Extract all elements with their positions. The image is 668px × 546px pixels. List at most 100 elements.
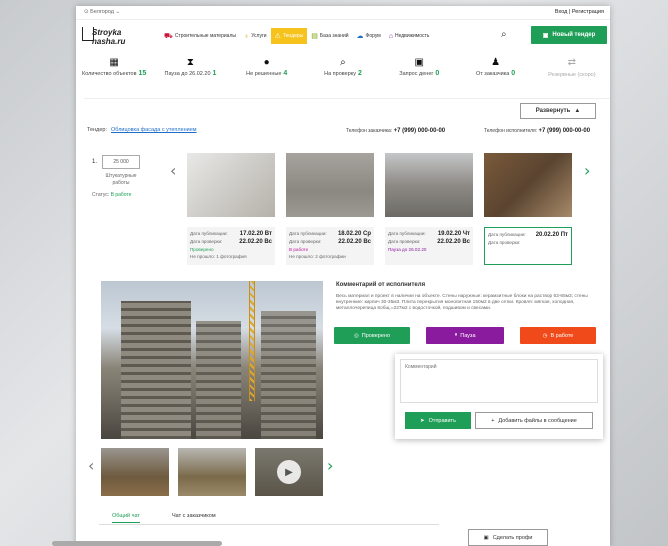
nav-label: Услуги: [251, 33, 267, 39]
chevron-down-icon: ⌄: [115, 9, 121, 15]
photo-2[interactable]: [286, 153, 374, 217]
photo-info-3: Дата публикации: 19.02.20 Чт Дата проверк…: [385, 227, 473, 265]
nav-item-services[interactable]: ♁ Услуги: [240, 28, 271, 44]
new-tender-button[interactable]: ▣ Новый тендер: [531, 26, 607, 44]
stats-bar: ▦ Количество объектов 15 ⧗ Пауза до 26.02.…: [76, 56, 610, 92]
stat-value: 4: [283, 70, 288, 77]
item-status: Статус: В работе: [92, 192, 131, 198]
thumb-3-video[interactable]: ▶: [255, 448, 323, 496]
photo-note: Не прошло: 2 фотографии: [289, 254, 346, 259]
logo-text-domain: nasha.ru: [92, 37, 126, 46]
hourglass-icon: ⧗: [186, 57, 194, 68]
photo-info-4-selected[interactable]: Дата публикации: 20.02.20 Пт Дата проверк…: [484, 227, 572, 265]
nav-item-materials[interactable]: ⛟ Строительные материалы: [160, 28, 240, 44]
person-icon: ♁: [243, 32, 250, 40]
swap-icon: ⇄: [567, 57, 577, 68]
thumb-2[interactable]: [178, 448, 246, 496]
photo-1[interactable]: [187, 153, 275, 217]
stat-label: Не решенные: [246, 71, 282, 77]
phone-value: +7 (999) 000-00-00: [393, 128, 446, 134]
book-icon: ▤: [311, 33, 318, 40]
photo-info-2: Дата публикации: 18.02.20 Ср Дата проверк…: [286, 227, 374, 265]
expand-button[interactable]: Развернуть ▲: [520, 103, 596, 119]
stat-label: На проверку: [324, 71, 356, 77]
comment-input[interactable]: [400, 359, 598, 403]
tab-general-chat[interactable]: Общий чат: [112, 513, 140, 523]
thumb-1[interactable]: [101, 448, 169, 496]
pause-button[interactable]: ⏸ Пауза: [426, 327, 504, 344]
check-label: Дата проверки:: [488, 240, 521, 245]
check-circle-icon: ◎: [353, 332, 359, 339]
tab-customer-chat[interactable]: Чат с заказчиком: [172, 513, 216, 522]
pub-label: Дата публикации:: [289, 231, 327, 236]
phone-label: Телефон исполнителя:: [484, 128, 538, 134]
play-icon[interactable]: ▶: [277, 460, 301, 484]
button-label: Добавить файлы в сообщение: [498, 417, 577, 424]
city-selector[interactable]: ⊙ Белгород ⌄: [84, 9, 120, 15]
stat-value: 15: [138, 70, 147, 77]
photo-4[interactable]: [484, 153, 572, 217]
crane: [249, 281, 255, 401]
stat-objects[interactable]: ▦ Количество объектов 15: [76, 56, 152, 92]
stat-reserve: ⇄ Резервные (скоро): [534, 56, 610, 92]
nav-item-tenders[interactable]: ⚠ Тендеры: [270, 28, 308, 44]
work-type-label: Штукатурные работы: [105, 173, 137, 186]
nav-item-knowledge[interactable]: ▤ База знаний: [307, 28, 352, 44]
stat-money-request[interactable]: ▣ Запрос денег 0: [381, 56, 457, 92]
chevron-left-icon[interactable]: ‹: [88, 456, 94, 475]
stat-review[interactable]: ⌕ На проверку 2: [305, 56, 381, 92]
stat-label: Резервные (скоро): [548, 72, 596, 78]
user-icon: ♟: [491, 57, 501, 68]
status-value: В работе: [110, 192, 132, 198]
comment-title: Комментарий от исполнителя: [336, 282, 426, 288]
check-date: 22.02.20 Вс: [437, 239, 470, 245]
button-label: Пауза: [460, 332, 476, 339]
chevron-left-icon[interactable]: ‹: [170, 161, 176, 180]
pub-date: 18.02.20 Ср: [337, 231, 371, 237]
tender-link[interactable]: Облицовка фасада с утеплением: [111, 127, 197, 133]
pub-date: 20.02.20 Пт: [535, 232, 568, 238]
photo-note: Не прошло: 1 фотография: [190, 254, 247, 259]
stat-unresolved[interactable]: ● Не решенные 4: [229, 56, 305, 92]
comment-composer: ➤Отправить +Добавить файлы в сообщение: [395, 354, 603, 439]
check-label: Дата проверки:: [190, 239, 223, 244]
stat-label: Пауза до 26.02.20: [164, 71, 211, 77]
send-icon: ➤: [420, 417, 425, 424]
quantity-field[interactable]: 25 000: [102, 155, 140, 169]
alert-icon: ●: [263, 57, 270, 68]
in-work-button[interactable]: ◷ В работе: [520, 327, 596, 344]
logo-text: Stroyka: [92, 28, 122, 37]
chevron-right-icon[interactable]: ›: [327, 456, 333, 475]
search-icon[interactable]: ⌕: [501, 29, 507, 40]
tender-label: Тендер:: [87, 127, 108, 133]
chat-icon: ☁: [356, 33, 364, 40]
stat-pause[interactable]: ⧗ Пауза до 26.02.20 1: [152, 56, 228, 92]
site-logo[interactable]: Stroyka nasha.ru: [82, 25, 137, 49]
phone-label: Телефон заказчика:: [346, 128, 393, 134]
executor-phone: Телефон исполнителя: +7 (999) 000-00-00: [484, 128, 590, 134]
stat-value: 0: [435, 70, 440, 77]
photo-3[interactable]: [385, 153, 473, 217]
send-button[interactable]: ➤ Отправить: [405, 412, 471, 429]
verified-button[interactable]: ◎ Проверено: [334, 327, 410, 344]
make-profi-button[interactable]: ▣ Сделать профи: [468, 529, 548, 546]
horizontal-scrollbar[interactable]: [52, 541, 222, 546]
pub-label: Дата публикации:: [190, 231, 228, 236]
chevron-right-icon[interactable]: ›: [584, 161, 590, 180]
nav-item-realty[interactable]: ⌂ Недвижимость: [385, 28, 434, 44]
auth-links[interactable]: Вход | Регистрация: [555, 9, 604, 15]
nav-item-forum[interactable]: ☁ Форум: [353, 28, 385, 44]
check-label: Дата проверки:: [289, 239, 322, 244]
stat-value: 0: [511, 70, 516, 77]
button-label: Сделать профи: [492, 534, 533, 541]
pub-label: Дата публикации:: [388, 231, 426, 236]
main-photo[interactable]: [101, 281, 323, 439]
attach-files-button[interactable]: + Добавить файлы в сообщение: [475, 412, 593, 429]
customer-phone: Телефон заказчика: +7 (999) 000-00-00: [346, 128, 445, 134]
money-icon: ▣: [414, 57, 424, 68]
building-right: [261, 311, 316, 439]
check-date: 22.02.20 Вс: [338, 239, 371, 245]
main-nav: ⛟ Строительные материалы ♁ Услуги ⚠ Тендеры…: [160, 28, 433, 44]
stat-value: 2: [357, 70, 362, 77]
stat-from-customer[interactable]: ♟ От заказчика 0: [457, 56, 533, 92]
